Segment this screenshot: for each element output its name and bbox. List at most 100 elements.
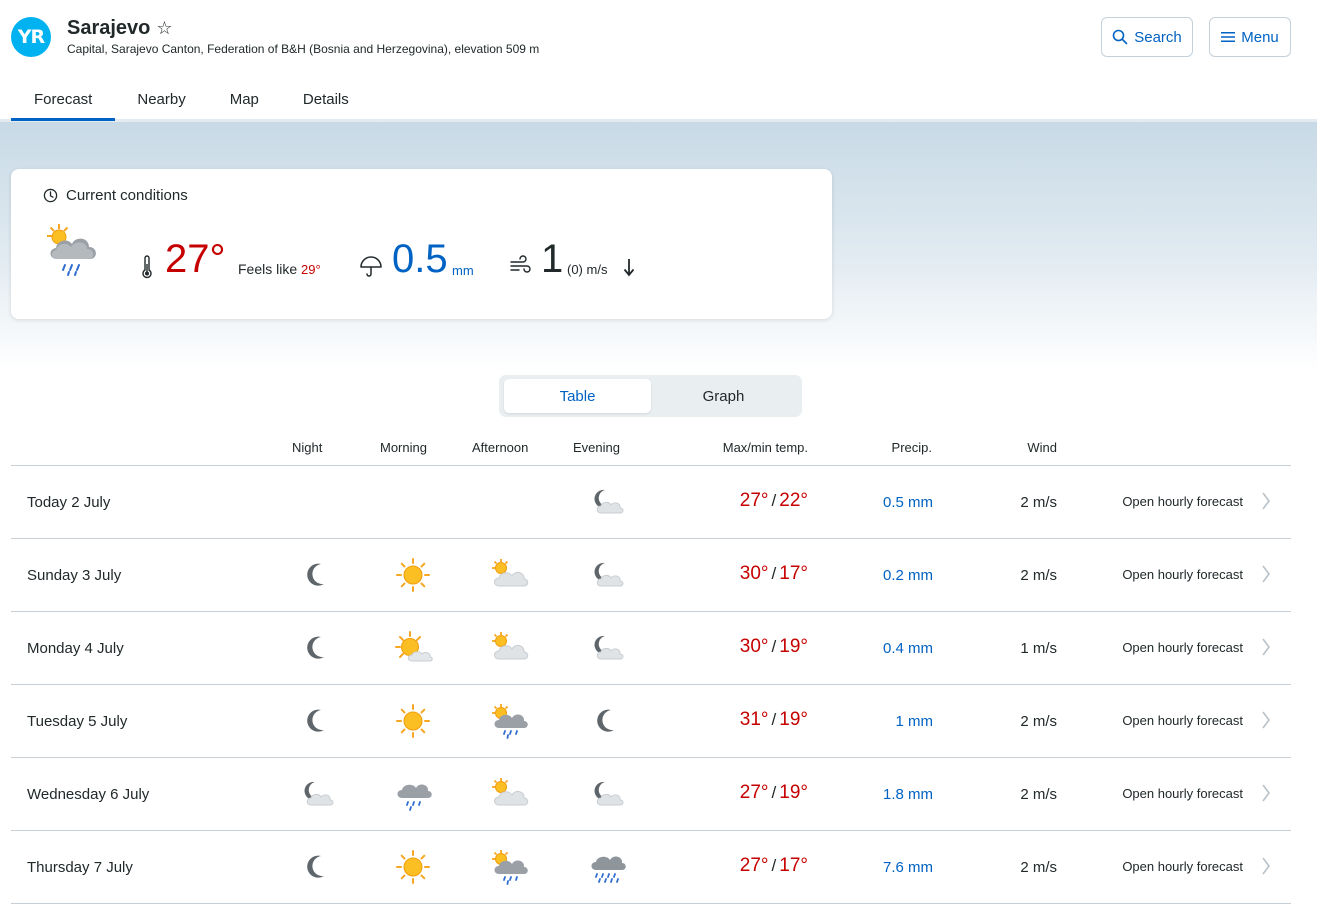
chevron-right-icon[interactable] bbox=[1261, 491, 1271, 511]
table-row[interactable]: Wednesday 6 July 27°/19° 1.8 mm 2 m/s Open h… bbox=[11, 758, 1291, 831]
precipitation-unit: mm bbox=[452, 263, 474, 278]
precipitation-value: 1.8 mm bbox=[882, 786, 933, 803]
open-hourly-forecast-link[interactable]: Open hourly forecast bbox=[1122, 786, 1243, 801]
moon-cloud-icon bbox=[587, 776, 627, 812]
open-hourly-forecast-link[interactable]: Open hourly forecast bbox=[1122, 567, 1243, 582]
temp-separator: / bbox=[771, 491, 777, 510]
star-icon[interactable]: ☆ bbox=[156, 18, 172, 39]
wind-value: 2 m/s bbox=[1020, 713, 1057, 730]
column-night: Night bbox=[292, 440, 323, 455]
open-hourly-forecast-link[interactable]: Open hourly forecast bbox=[1122, 494, 1243, 509]
moon-icon bbox=[297, 630, 337, 666]
min-temp: 17° bbox=[779, 563, 808, 584]
sun-cloud-icon bbox=[489, 776, 529, 812]
partly-cloudy-rain-icon bbox=[47, 224, 96, 276]
day-label: Thursday 7 July bbox=[27, 859, 133, 876]
open-hourly-forecast-link[interactable]: Open hourly forecast bbox=[1122, 713, 1243, 728]
max-min-temperature: 31°/19° bbox=[740, 709, 808, 731]
current-conditions-card: Current conditions 27° Feels like 29° 0.… bbox=[11, 169, 832, 319]
wind-value: 2 m/s bbox=[1020, 494, 1057, 511]
temp-separator: / bbox=[771, 783, 777, 802]
max-min-temperature: 27°/22° bbox=[740, 490, 808, 512]
menu-button[interactable]: Menu bbox=[1209, 17, 1291, 57]
temp-separator: / bbox=[771, 710, 777, 729]
moon-cloud-icon bbox=[587, 630, 627, 666]
search-icon bbox=[1112, 29, 1128, 45]
moon-icon bbox=[587, 703, 627, 739]
table-row[interactable]: Sunday 3 July 30°/17° 0.2 mm 2 m/s Open hour… bbox=[11, 539, 1291, 612]
chevron-right-icon[interactable] bbox=[1261, 710, 1271, 730]
day-label: Today 2 July bbox=[27, 494, 111, 511]
tab-nearby[interactable]: Nearby bbox=[115, 77, 207, 121]
column-evening: Evening bbox=[573, 440, 620, 455]
graph-view-button[interactable]: Graph bbox=[650, 379, 797, 413]
current-conditions-label: Current conditions bbox=[66, 187, 188, 204]
location-title: Sarajevo ☆ bbox=[67, 17, 173, 40]
chevron-right-icon[interactable] bbox=[1261, 637, 1271, 657]
search-label: Search bbox=[1134, 28, 1182, 46]
tab-details[interactable]: Details bbox=[281, 77, 371, 121]
table-row[interactable]: Thursday 7 July 27°/17° 7.6 mm 2 m/s Open ho… bbox=[11, 831, 1291, 904]
max-min-temperature: 30°/17° bbox=[740, 563, 808, 585]
column-wind: Wind bbox=[1027, 440, 1057, 455]
precipitation-value: 1 mm bbox=[895, 713, 934, 730]
sun-small-cloud-icon bbox=[393, 630, 433, 666]
moon-icon bbox=[297, 849, 337, 885]
min-temp: 19° bbox=[779, 636, 808, 657]
sun-cloud-icon bbox=[489, 630, 529, 666]
thermometer-icon bbox=[142, 255, 152, 279]
feels-like: Feels like 29° bbox=[238, 261, 321, 277]
precipitation-value: 0.2 mm bbox=[882, 567, 933, 584]
temp-separator: / bbox=[771, 637, 777, 656]
min-temp: 17° bbox=[779, 855, 808, 876]
header: YR Sarajevo ☆ Capital, Sarajevo Canton, … bbox=[0, 0, 1317, 122]
chevron-right-icon[interactable] bbox=[1261, 783, 1271, 803]
feels-like-label: Feels like bbox=[238, 261, 302, 277]
sun-cloud-rain-icon bbox=[489, 703, 529, 739]
table-view-button[interactable]: Table bbox=[504, 379, 651, 413]
min-temp: 19° bbox=[779, 782, 808, 803]
tab-forecast[interactable]: Forecast bbox=[11, 77, 116, 121]
table-row[interactable]: Today 2 July 27°/22° 0.5 mm 2 m/s Open hourl… bbox=[11, 466, 1291, 539]
yr-logo[interactable]: YR bbox=[11, 17, 51, 57]
wind-direction-arrow-icon bbox=[623, 259, 635, 277]
current-wind-speed: 1 bbox=[541, 237, 564, 281]
cloud-heavy-rain-icon bbox=[587, 849, 627, 885]
wind-value: 1 m/s bbox=[1020, 640, 1057, 657]
column-afternoon: Afternoon bbox=[472, 440, 529, 455]
feels-like-value: 29° bbox=[301, 262, 321, 277]
max-min-temperature: 27°/17° bbox=[740, 855, 808, 877]
table-row[interactable]: Tuesday 5 July 31°/19° 1 mm 2 m/s Open hourl… bbox=[11, 685, 1291, 758]
umbrella-icon bbox=[360, 256, 382, 277]
column-precipitation: Precip. bbox=[891, 440, 932, 455]
max-temp: 30° bbox=[739, 636, 769, 657]
column-temperature: Max/min temp. bbox=[722, 440, 808, 455]
max-min-temperature: 30°/19° bbox=[740, 636, 808, 658]
wind-value: 2 m/s bbox=[1020, 567, 1057, 584]
search-button[interactable]: Search bbox=[1101, 17, 1193, 57]
sun-icon bbox=[393, 703, 433, 739]
open-hourly-forecast-link[interactable]: Open hourly forecast bbox=[1122, 859, 1243, 874]
chevron-right-icon[interactable] bbox=[1261, 564, 1271, 584]
day-label: Sunday 3 July bbox=[27, 567, 122, 584]
current-precipitation: 0.5 bbox=[392, 237, 448, 281]
page-title: Sarajevo bbox=[67, 17, 151, 39]
precipitation-value: 0.4 mm bbox=[882, 640, 933, 657]
precipitation-value: 7.6 mm bbox=[882, 859, 933, 876]
cloud-rain-icon bbox=[393, 776, 433, 812]
day-label: Monday 4 July bbox=[27, 640, 124, 657]
day-label: Tuesday 5 July bbox=[27, 713, 128, 730]
tab-map[interactable]: Map bbox=[208, 77, 281, 121]
hamburger-icon bbox=[1221, 32, 1236, 42]
column-morning: Morning bbox=[380, 440, 427, 455]
moon-cloud-icon bbox=[297, 776, 337, 812]
location-subtitle: Capital, Sarajevo Canton, Federation of … bbox=[67, 42, 540, 56]
min-temp: 22° bbox=[779, 490, 808, 511]
moon-cloud-icon bbox=[587, 484, 627, 520]
current-wind-gust: (0) m/s bbox=[567, 262, 608, 277]
table-row[interactable]: Monday 4 July 30°/19° 0.4 mm 1 m/s Open hour… bbox=[11, 612, 1291, 685]
open-hourly-forecast-link[interactable]: Open hourly forecast bbox=[1122, 640, 1243, 655]
chevron-right-icon[interactable] bbox=[1261, 856, 1271, 876]
moon-cloud-icon bbox=[587, 557, 627, 593]
max-temp: 30° bbox=[739, 563, 769, 584]
